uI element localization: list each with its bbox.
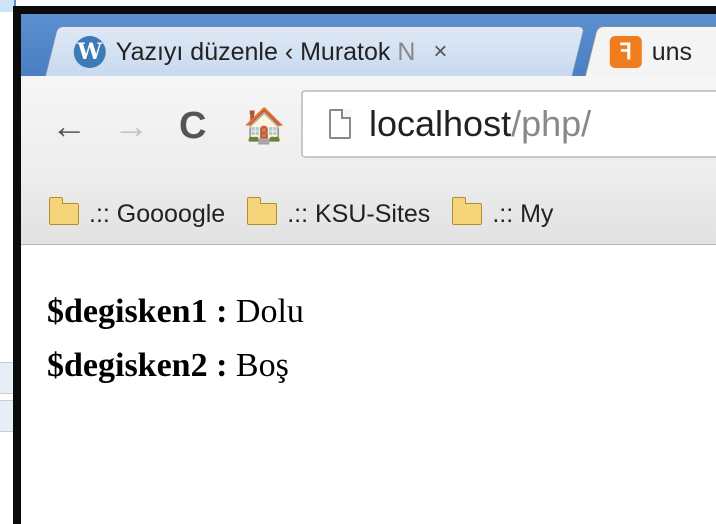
bookmark-label: .:: Goooogle bbox=[89, 199, 226, 228]
folder-icon bbox=[246, 197, 278, 225]
page-content: $degisken1 : Dolu $degisken2 : Boş bbox=[21, 245, 716, 524]
close-icon[interactable]: × bbox=[434, 38, 448, 66]
toolbar: ← → C 🏠 localhost/php/ bbox=[21, 76, 716, 184]
address-bar[interactable]: localhost/php/ bbox=[301, 90, 716, 158]
variable-name: $degisken1 : bbox=[47, 293, 228, 330]
home-button[interactable]: 🏠 bbox=[243, 104, 285, 148]
reload-button[interactable]: C bbox=[179, 104, 206, 148]
page-icon bbox=[329, 109, 351, 139]
bookmark-label: .:: KSU-Sites bbox=[287, 199, 431, 228]
bookmark-ksu-sites[interactable]: .:: KSU-Sites bbox=[246, 197, 431, 229]
tab-current[interactable]: ꟻ uns bbox=[584, 26, 716, 76]
browser-window: W Yazıyı düzenle ‹ Muratok N × ꟻ uns ← →… bbox=[13, 6, 716, 524]
bookmarks-bar: .:: Goooogle .:: KSU-Sites .:: My bbox=[21, 184, 716, 245]
tab-title: Yazıyı düzenle ‹ Muratok N bbox=[115, 37, 416, 65]
variable-name: $degisken2 : bbox=[47, 347, 228, 384]
tab-edit-post[interactable]: W Yazıyı düzenle ‹ Muratok N × bbox=[44, 26, 586, 76]
tab-strip: W Yazıyı düzenle ‹ Muratok N × ꟻ uns bbox=[21, 14, 716, 76]
back-button[interactable]: ← bbox=[51, 104, 87, 148]
xampp-icon: ꟻ bbox=[609, 35, 642, 68]
folder-icon bbox=[48, 197, 79, 225]
variable-value: Boş bbox=[235, 347, 289, 384]
bookmark-my[interactable]: .:: My bbox=[451, 197, 554, 229]
tab-title: uns bbox=[651, 37, 693, 65]
variable-line-1: $degisken1 : Dolu bbox=[47, 285, 716, 339]
wordpress-icon: W bbox=[73, 35, 106, 68]
bookmark-goooogle[interactable]: .:: Goooogle bbox=[48, 197, 226, 229]
variable-line-2: $degisken2 : Boş bbox=[47, 339, 716, 393]
url-text[interactable]: localhost/php/ bbox=[369, 103, 591, 145]
folder-icon bbox=[451, 197, 483, 225]
bookmark-label: .:: My bbox=[492, 199, 554, 228]
variable-value: Dolu bbox=[235, 293, 304, 330]
forward-button[interactable]: → bbox=[113, 104, 149, 148]
